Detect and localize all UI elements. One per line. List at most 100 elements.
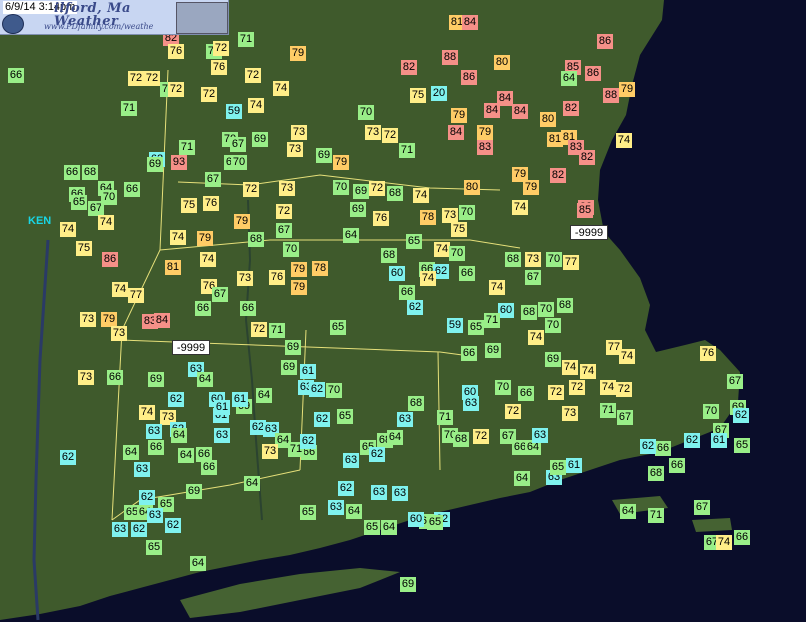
- temperature-station: 61: [300, 364, 316, 379]
- temperature-station: 69: [545, 352, 561, 367]
- temperature-station: 81: [165, 260, 181, 275]
- temperature-station: 72: [213, 41, 229, 56]
- temperature-station: 78: [420, 210, 436, 225]
- temperature-station: 77: [128, 288, 144, 303]
- temperature-station: 63: [392, 486, 408, 501]
- temperature-station: 74: [716, 535, 732, 550]
- temperature-station: 74: [170, 230, 186, 245]
- temperature-station: 72: [251, 322, 267, 337]
- temperature-station: 65: [734, 438, 750, 453]
- temperature-station: 73: [78, 370, 94, 385]
- temperature-station: 62: [139, 490, 155, 505]
- temperature-station: 72: [548, 385, 564, 400]
- temperature-station: 66: [107, 370, 123, 385]
- temperature-station: 70: [449, 246, 465, 261]
- temperature-station: 78: [312, 261, 328, 276]
- temperature-station: 71: [399, 143, 415, 158]
- temperature-station: 74: [562, 360, 578, 375]
- temperature-station: 74: [248, 98, 264, 113]
- temperature-station: 74: [413, 188, 429, 203]
- temperature-station: 62: [684, 433, 700, 448]
- temperature-station: 68: [453, 432, 469, 447]
- map-label-ken: KEN: [28, 215, 52, 227]
- temperature-station: 68: [387, 186, 403, 201]
- temperature-station: -9999: [570, 225, 608, 240]
- temperature-station: 73: [262, 444, 278, 459]
- weather-map: 8281848676717271798882808586797272767272…: [0, 0, 806, 622]
- temperature-station: 64: [514, 471, 530, 486]
- temperature-station: 74: [600, 380, 616, 395]
- temperature-station: 64: [123, 445, 139, 460]
- temperature-station: 65: [71, 195, 87, 210]
- seal-icon: [2, 14, 24, 34]
- temperature-station: 59: [447, 318, 463, 333]
- temperature-station: 64: [387, 430, 403, 445]
- temperature-station: 74: [619, 349, 635, 364]
- temperature-station: 73: [365, 125, 381, 140]
- temperature-station: 71: [238, 32, 254, 47]
- temperature-station: 66: [518, 386, 534, 401]
- temperature-station: 65: [468, 320, 484, 335]
- temperature-station: 64: [197, 372, 213, 387]
- temperature-station: 65: [406, 234, 422, 249]
- temperature-station: 79: [290, 46, 306, 61]
- temperature-station: 70: [538, 302, 554, 317]
- temperature-station: 73: [279, 181, 295, 196]
- temperature-station: 72: [569, 380, 585, 395]
- temperature-station: 72: [168, 82, 184, 97]
- temperature-station: 66: [124, 182, 140, 197]
- temperature-station: 75: [181, 198, 197, 213]
- temperature-station: 73: [562, 406, 578, 421]
- temperature-station: 72: [616, 382, 632, 397]
- temperature-station: 77: [563, 255, 579, 270]
- temperature-station: 69: [316, 148, 332, 163]
- temperature-station: 73: [525, 252, 541, 267]
- temperature-station: 82: [401, 60, 417, 75]
- temperature-station: 65: [146, 540, 162, 555]
- temperature-station: 62: [407, 300, 423, 315]
- temperature-station: 66: [195, 301, 211, 316]
- temperature-station: 82: [579, 150, 595, 165]
- temperature-station: 84: [448, 125, 464, 140]
- temperature-station: 69: [281, 360, 297, 375]
- temperature-station: 67: [212, 287, 228, 302]
- temperature-station: 70: [545, 318, 561, 333]
- temperature-station: 80: [464, 180, 480, 195]
- temperature-station: 74: [139, 405, 155, 420]
- nantucket: [692, 518, 732, 532]
- temperature-station: 68: [557, 298, 573, 313]
- temperature-station: 67: [525, 270, 541, 285]
- temperature-station: 86: [102, 252, 118, 267]
- temperature-station: 65: [337, 409, 353, 424]
- temperature-station: 67: [617, 410, 633, 425]
- temperature-station: 68: [248, 232, 264, 247]
- temperature-station: 72: [369, 181, 385, 196]
- temperature-station: 79: [197, 231, 213, 246]
- temperature-station: 73: [287, 142, 303, 157]
- temperature-station: 61: [214, 400, 230, 415]
- temperature-station: 74: [60, 222, 76, 237]
- temperature-station: 62: [300, 434, 316, 449]
- temperature-station: 66: [148, 440, 164, 455]
- temperature-station: 66: [459, 266, 475, 281]
- temperature-station: 73: [80, 312, 96, 327]
- temperature-station: 86: [597, 34, 613, 49]
- temperature-station: 75: [410, 88, 426, 103]
- temperature-station: 65: [330, 320, 346, 335]
- temperature-station: 85: [577, 203, 593, 218]
- temperature-station: 62: [168, 392, 184, 407]
- temperature-station: 72: [128, 71, 144, 86]
- temperature-station: 74: [273, 81, 289, 96]
- temperature-station: 74: [112, 282, 128, 297]
- temperature-station: 74: [616, 133, 632, 148]
- temperature-station: 73: [291, 125, 307, 140]
- temperature-station: 66: [655, 441, 671, 456]
- temperature-station: 73: [442, 208, 458, 223]
- temperature-station: 76: [168, 44, 184, 59]
- temperature-station: 82: [550, 168, 566, 183]
- temperature-station: 72: [144, 71, 160, 86]
- temperature-station: 72: [473, 429, 489, 444]
- temperature-station: 74: [528, 330, 544, 345]
- temperature-station: 68: [505, 252, 521, 267]
- temperature-station: 63: [134, 462, 150, 477]
